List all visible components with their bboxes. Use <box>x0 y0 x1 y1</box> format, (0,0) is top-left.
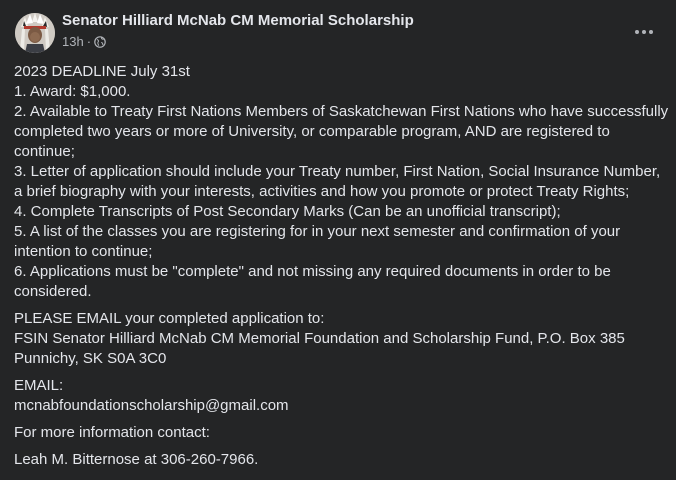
contact-line: Leah M. Bitternose at 306-260-7966. <box>14 451 259 468</box>
headdress-portrait-icon <box>15 13 55 53</box>
eligibility-line: 2. Available to Treaty First Nations Mem… <box>14 103 669 120</box>
transcripts-line: 4. Complete Transcripts of Post Secondar… <box>14 203 561 220</box>
mailing-address-line: FSIN Senator Hilliard McNab CM Memorial … <box>14 330 625 347</box>
contact-intro-line: For more information contact: <box>14 424 210 441</box>
post-meta: 13h · <box>62 34 106 49</box>
post-body: 2023 DEADLINE July 31st 1. Award: $1,000… <box>14 62 669 470</box>
more-options-button[interactable] <box>626 14 662 50</box>
more-options-icon <box>635 30 653 34</box>
classes-line: 5. A list of the classes you are registe… <box>14 223 621 240</box>
post-timestamp[interactable]: 13h <box>62 34 84 49</box>
globe-icon[interactable] <box>94 35 106 48</box>
complete-application-line: considered. <box>14 283 92 300</box>
complete-application-line: 6. Applications must be "complete" and n… <box>14 263 611 280</box>
deadline-line: 2023 DEADLINE July 31st <box>14 63 190 80</box>
post-header: Senator Hilliard McNab CM Memorial Schol… <box>0 0 676 62</box>
mailing-address-line: Punnichy, SK S0A 3C0 <box>14 350 167 367</box>
facebook-post: Senator Hilliard McNab CM Memorial Schol… <box>0 0 676 480</box>
letter-requirement-line: 3. Letter of application should include … <box>14 163 661 180</box>
email-intro-line: PLEASE EMAIL your completed application … <box>14 310 325 327</box>
meta-separator: · <box>86 34 92 49</box>
classes-line: intention to continue; <box>14 243 153 260</box>
eligibility-line: continue; <box>14 143 75 160</box>
letter-requirement-line: a brief biography with your interests, a… <box>14 183 630 200</box>
eligibility-line: completed two years or more of Universit… <box>14 123 610 140</box>
page-name-link[interactable]: Senator Hilliard McNab CM Memorial Schol… <box>62 12 414 29</box>
page-avatar[interactable] <box>15 13 55 53</box>
award-line: 1. Award: $1,000. <box>14 83 131 100</box>
email-label: EMAIL: <box>14 377 64 394</box>
email-address: mcnabfoundationscholarship@gmail.com <box>14 397 289 414</box>
